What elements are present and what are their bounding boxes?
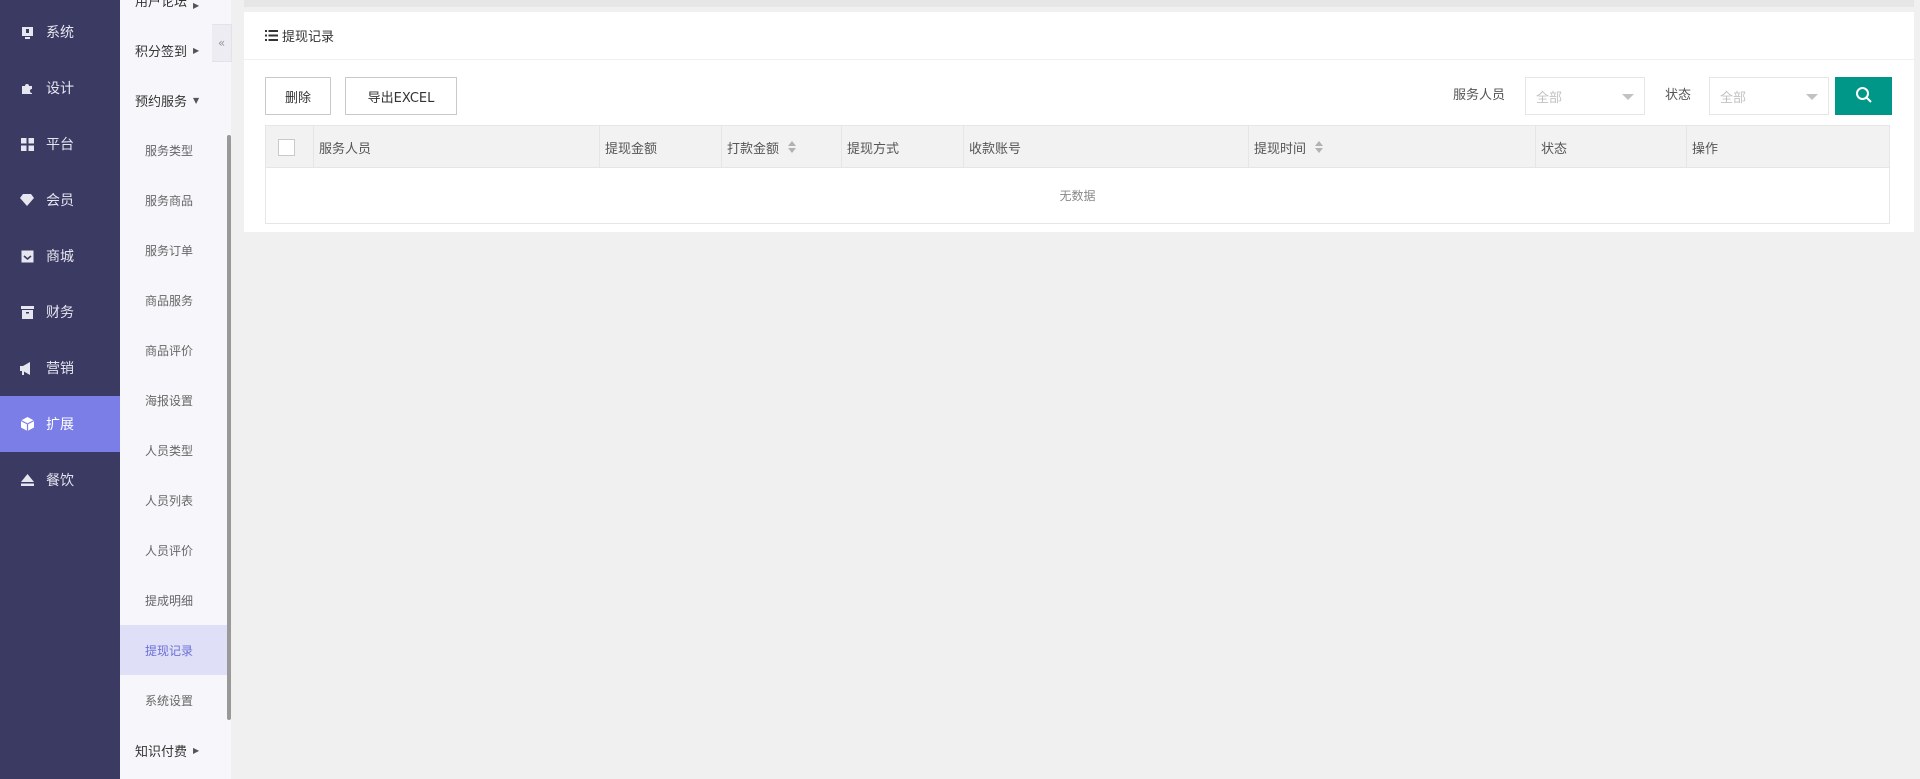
list-icon bbox=[265, 30, 278, 41]
monitor-icon bbox=[20, 25, 34, 39]
sub-nav-item[interactable]: 商品服务 bbox=[120, 275, 231, 325]
toolbar: 删除 导出EXCEL 服务人员 全部 状态 全部 bbox=[265, 77, 1893, 115]
sub-nav-group-label: 预约服务 bbox=[135, 94, 188, 110]
main-nav-item-finance[interactable]: 财务 bbox=[0, 284, 120, 340]
column-header-label: 提现时间 bbox=[1254, 141, 1307, 157]
main-nav-item-extension[interactable]: 扩展 bbox=[0, 396, 120, 452]
panel-header: 提现记录 bbox=[244, 12, 1914, 60]
main-nav-label: 商城 bbox=[46, 249, 74, 265]
export-excel-button[interactable]: 导出EXCEL bbox=[345, 77, 457, 115]
main-nav-label: 会员 bbox=[46, 193, 74, 209]
main-nav-item-mall[interactable]: 商城 bbox=[0, 228, 120, 284]
sub-nav-item[interactable]: 海报设置 bbox=[120, 375, 231, 425]
main-nav-item-design[interactable]: 设计 bbox=[0, 60, 120, 116]
records-table: 服务人员 提现金额 打款金额 提现方式 收款账号 提现时间 状态 操作 无数据 bbox=[265, 125, 1890, 224]
sub-nav-group-label: 知识付费 bbox=[135, 744, 188, 760]
search-button[interactable] bbox=[1835, 77, 1892, 115]
status-filter-select[interactable]: 全部 bbox=[1709, 77, 1829, 115]
header-checkbox-cell bbox=[266, 126, 314, 168]
sub-nav-group-label: 积分签到 bbox=[135, 44, 188, 60]
grid-icon bbox=[20, 137, 34, 151]
sub-nav-item[interactable]: 服务订单 bbox=[120, 225, 231, 275]
sub-nav-item[interactable]: 服务类型 bbox=[120, 125, 231, 175]
caret-right-icon: ▶ bbox=[193, 745, 200, 755]
sub-nav-item[interactable]: 人员评价 bbox=[120, 525, 231, 575]
sub-nav-item[interactable]: 系统设置 bbox=[120, 675, 231, 725]
main-nav-label: 平台 bbox=[46, 137, 74, 153]
sub-nav-group-forum[interactable]: 用户论坛 ▶ bbox=[120, 0, 231, 10]
staff-filter-label: 服务人员 bbox=[1453, 88, 1506, 103]
sub-nav-item-active[interactable]: 提现记录 bbox=[120, 625, 231, 675]
column-header-sortable[interactable]: 提现时间 bbox=[1249, 126, 1536, 168]
archive-icon bbox=[20, 305, 34, 319]
sub-nav-group-booking[interactable]: 预约服务 ▼ bbox=[120, 75, 231, 125]
main-nav-label: 设计 bbox=[46, 81, 74, 97]
sub-nav-item[interactable]: 商品评价 bbox=[120, 325, 231, 375]
puzzle-icon bbox=[20, 81, 34, 95]
staff-filter-select[interactable]: 全部 bbox=[1525, 77, 1645, 115]
search-icon bbox=[1855, 86, 1873, 107]
column-header: 状态 bbox=[1536, 126, 1687, 168]
main-nav-item-platform[interactable]: 平台 bbox=[0, 116, 120, 172]
diamond-icon bbox=[20, 193, 34, 207]
sub-nav: 用户论坛 ▶ 积分签到 ▶ 预约服务 ▼ 服务类型 服务商品 服务订单 商品服务… bbox=[120, 0, 231, 779]
main-nav-label: 财务 bbox=[46, 305, 74, 321]
staff-filter-value: 全部 bbox=[1536, 90, 1563, 106]
main-nav-label: 营销 bbox=[46, 361, 74, 377]
table-body: 无数据 bbox=[266, 168, 1889, 223]
main-nav-label: 扩展 bbox=[46, 417, 74, 433]
caret-down-icon: ▼ bbox=[193, 95, 200, 105]
status-filter-value: 全部 bbox=[1720, 90, 1747, 106]
main-nav: 系统 设计 平台 会员 商城 财务 营销 扩展 餐饮 bbox=[0, 0, 120, 779]
sub-nav-item[interactable]: 人员列表 bbox=[120, 475, 231, 525]
sort-icon[interactable] bbox=[1315, 141, 1324, 153]
withdrawal-records-panel: 提现记录 删除 导出EXCEL 服务人员 全部 状态 全部 服务人员 提现金额 … bbox=[244, 12, 1914, 232]
double-chevron-left-icon: « bbox=[217, 36, 226, 50]
column-header-sortable[interactable]: 打款金额 bbox=[722, 126, 842, 168]
sub-nav-scrollbar[interactable] bbox=[227, 135, 231, 720]
column-header: 提现金额 bbox=[600, 126, 722, 168]
inbox-icon bbox=[20, 249, 34, 263]
main-nav-item-catering[interactable]: 餐饮 bbox=[0, 452, 120, 508]
select-all-checkbox[interactable] bbox=[278, 138, 295, 156]
panel-title: 提现记录 bbox=[282, 30, 335, 45]
main-nav-item-member[interactable]: 会员 bbox=[0, 172, 120, 228]
column-header: 收款账号 bbox=[964, 126, 1249, 168]
sub-nav-item[interactable]: 服务商品 bbox=[120, 175, 231, 225]
caret-right-icon: ▶ bbox=[193, 45, 200, 55]
top-strip bbox=[244, 0, 1914, 7]
sub-nav-group-knowledge[interactable]: 知识付费 ▶ bbox=[120, 725, 231, 775]
main-nav-label: 餐饮 bbox=[46, 473, 74, 489]
main-nav-item-system[interactable]: 系统 bbox=[0, 4, 120, 60]
column-header: 操作 bbox=[1692, 141, 1719, 157]
column-header: 服务人员 bbox=[314, 126, 600, 168]
sub-nav-item[interactable]: 人员类型 bbox=[120, 425, 231, 475]
dropdown-arrow-icon bbox=[1622, 94, 1634, 100]
table-header: 服务人员 提现金额 打款金额 提现方式 收款账号 提现时间 状态 操作 bbox=[266, 126, 1889, 168]
main-nav-label: 系统 bbox=[46, 25, 74, 41]
empty-state-text: 无数据 bbox=[1059, 189, 1096, 203]
main-nav-item-marketing[interactable]: 营销 bbox=[0, 340, 120, 396]
column-header-label: 打款金额 bbox=[727, 141, 780, 157]
caret-right-icon: ▶ bbox=[193, 1, 200, 10]
sub-nav-item[interactable]: 提成明细 bbox=[120, 575, 231, 625]
status-filter-label: 状态 bbox=[1665, 88, 1692, 103]
column-header: 提现方式 bbox=[842, 126, 964, 168]
megaphone-icon bbox=[20, 361, 34, 375]
dropdown-arrow-icon bbox=[1806, 94, 1818, 100]
sub-nav-group-label: 用户论坛 bbox=[135, 0, 188, 10]
eject-icon bbox=[20, 473, 34, 487]
sort-icon[interactable] bbox=[788, 141, 797, 153]
collapse-sidebar-button[interactable]: « bbox=[212, 24, 232, 62]
delete-button[interactable]: 删除 bbox=[265, 77, 331, 115]
cube-icon bbox=[20, 417, 34, 431]
